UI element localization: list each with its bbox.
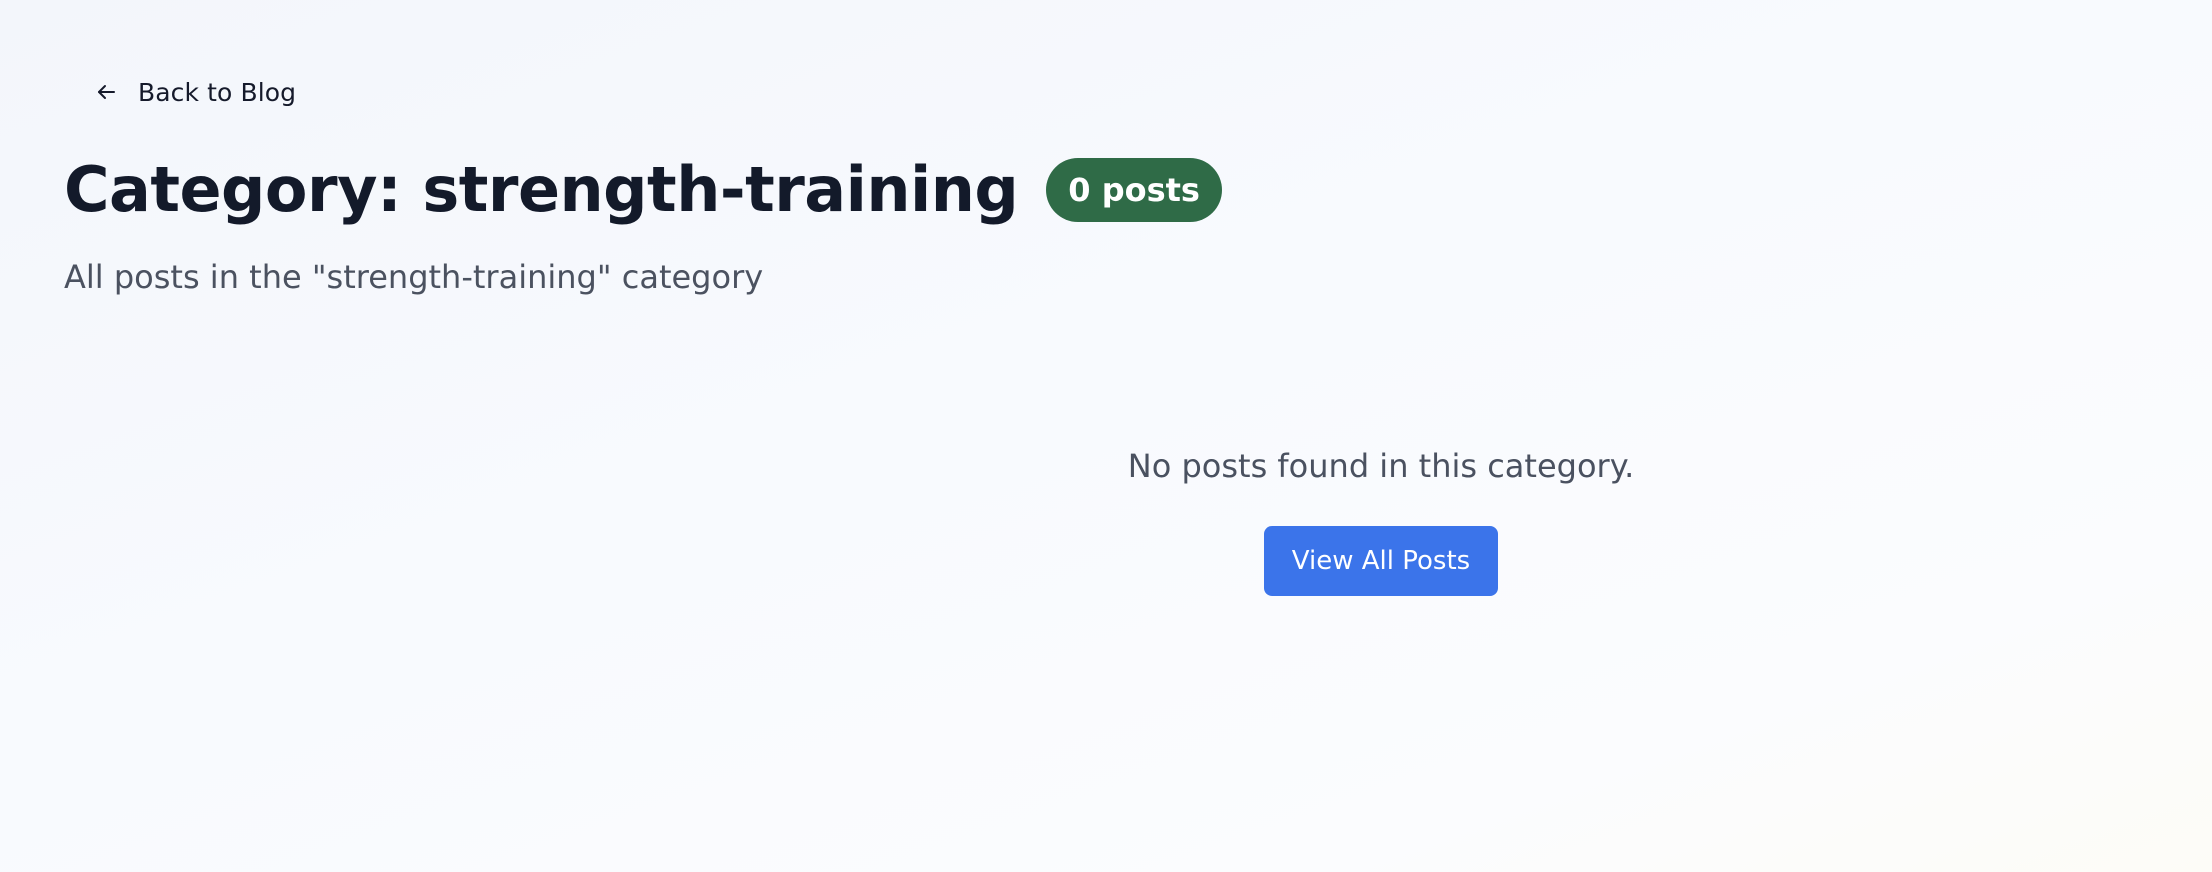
- page-title: Category: strength-training: [64, 153, 1019, 226]
- post-count-badge: 0 posts: [1046, 158, 1222, 222]
- empty-state: No posts found in this category. View Al…: [1106, 440, 1656, 596]
- page-subtitle: All posts in the "strength-training" cat…: [64, 258, 764, 296]
- arrow-left-icon: [94, 80, 118, 104]
- title-row: Category: strength-training 0 posts: [64, 150, 1222, 230]
- view-all-posts-button[interactable]: View All Posts: [1263, 526, 1499, 596]
- category-page: Back to Blog Category: strength-training…: [0, 0, 2212, 872]
- empty-state-message: No posts found in this category.: [1127, 447, 1635, 485]
- back-to-blog-label: Back to Blog: [138, 77, 297, 107]
- back-to-blog-link[interactable]: Back to Blog: [82, 70, 308, 114]
